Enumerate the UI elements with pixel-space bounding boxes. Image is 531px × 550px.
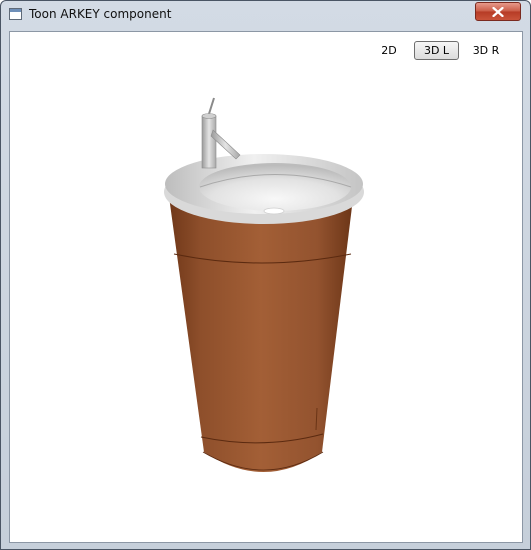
pedestal-body <box>167 182 355 472</box>
close-icon <box>492 6 504 17</box>
3d-viewport[interactable] <box>10 32 522 542</box>
title-bar[interactable]: Toon ARKEY component <box>1 1 530 29</box>
app-window: Toon ARKEY component 2D 3D L 3D R <box>0 0 531 550</box>
close-button[interactable] <box>475 2 521 21</box>
app-window-icon <box>9 8 22 20</box>
basin-drain <box>263 207 285 215</box>
basin-bowl <box>199 163 351 211</box>
faucet-body <box>201 115 217 169</box>
component-viewer: 2D 3D L 3D R <box>9 31 523 543</box>
window-title: Toon ARKEY component <box>29 7 172 21</box>
